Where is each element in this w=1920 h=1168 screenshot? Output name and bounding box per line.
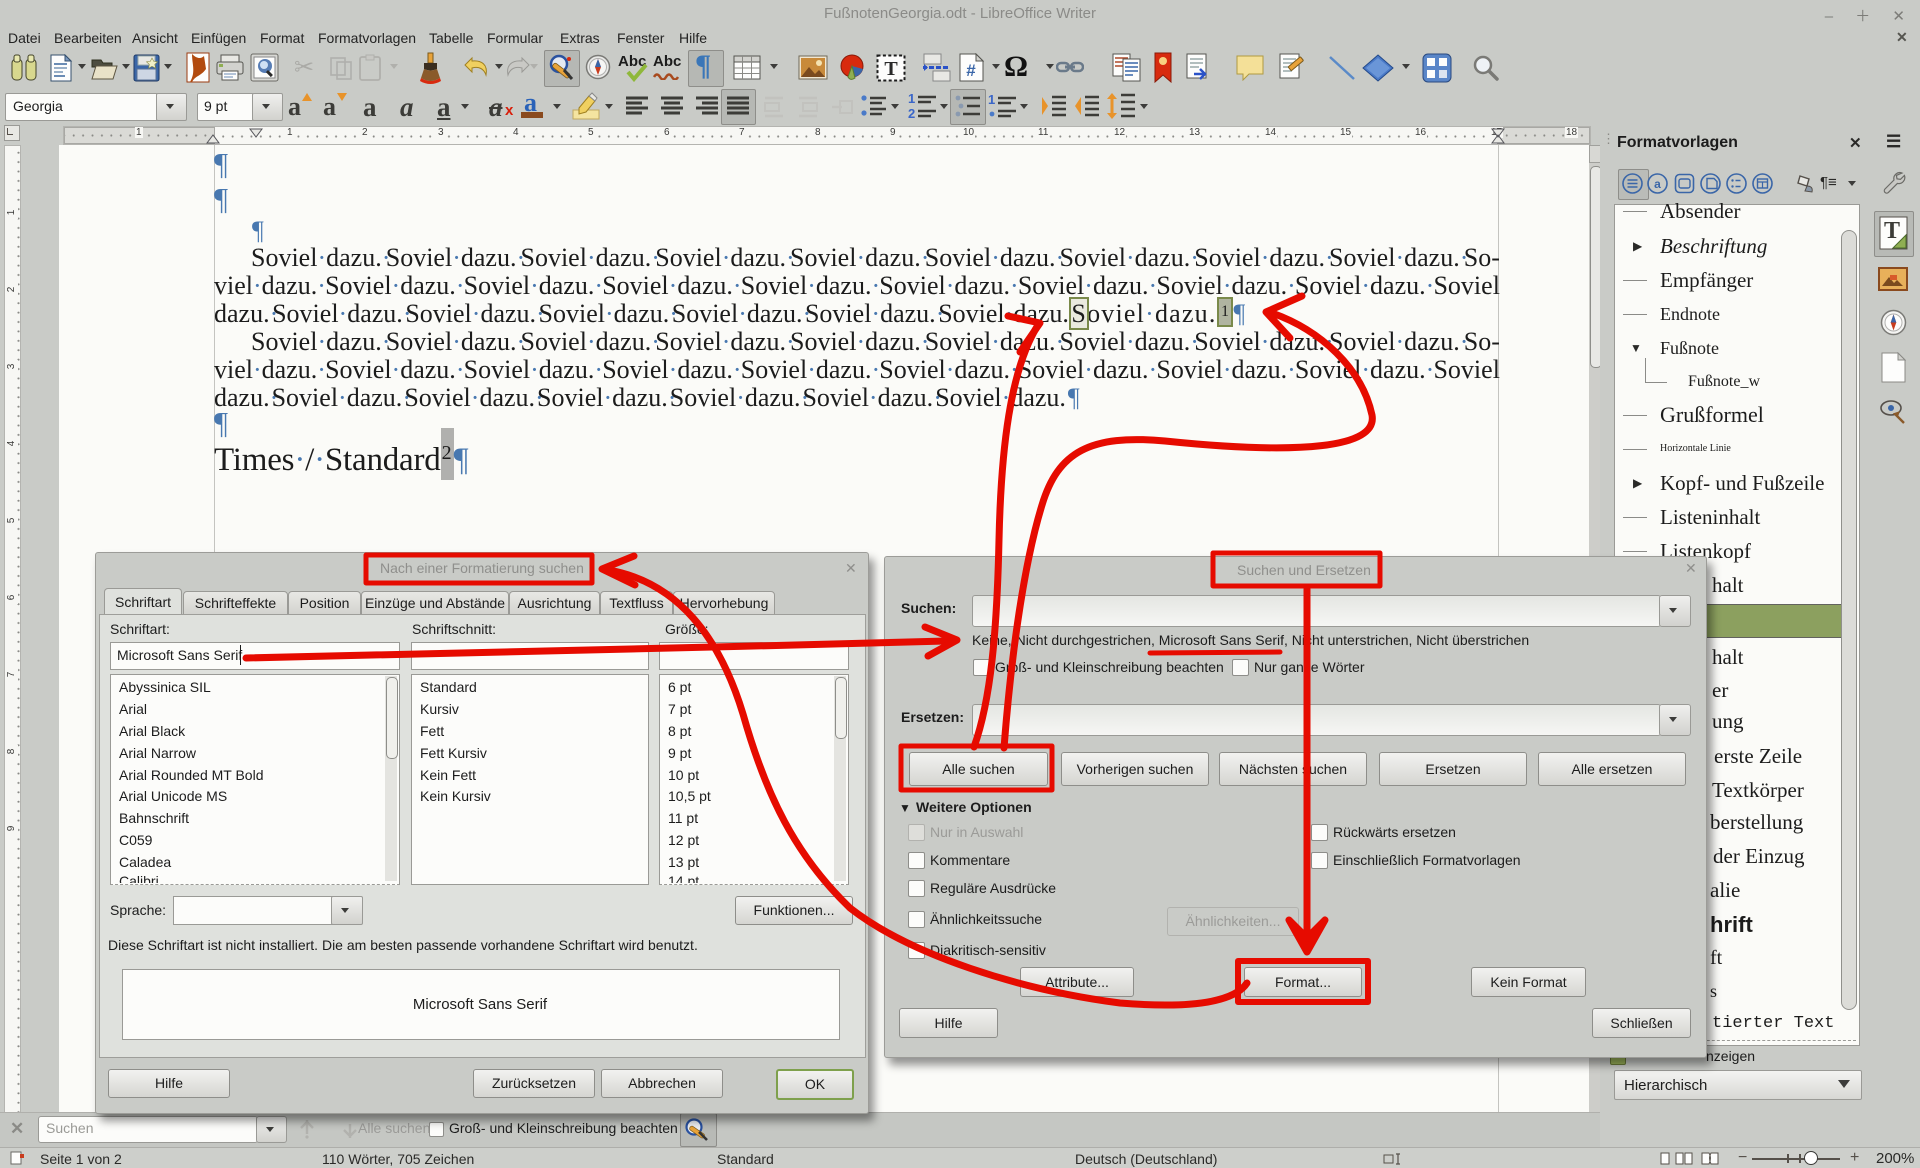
svg-text:2: 2 xyxy=(908,106,915,120)
svg-text:1: 1 xyxy=(908,92,915,106)
svg-text:T: T xyxy=(1884,218,1900,244)
svg-text:1: 1 xyxy=(988,92,995,107)
svg-text:T: T xyxy=(884,58,898,80)
svg-text:#: # xyxy=(966,61,976,80)
svg-text:a: a xyxy=(1654,177,1661,191)
